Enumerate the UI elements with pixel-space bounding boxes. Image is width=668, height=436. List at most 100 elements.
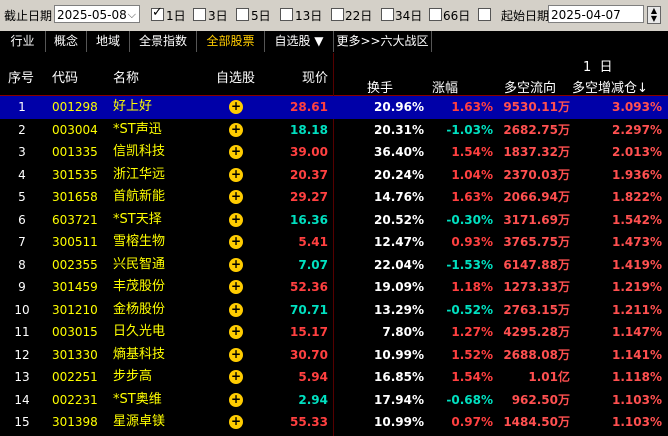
add-watchlist-icon[interactable]: + (229, 122, 243, 137)
stock-name: 好上好 (113, 99, 153, 114)
add-watchlist-icon[interactable]: + (229, 392, 243, 407)
stock-price: 20.37 (290, 167, 328, 182)
col-name[interactable]: 名称 (113, 67, 139, 86)
col-flow[interactable]: 多空流向 (504, 77, 556, 96)
long-short-ratio: 3.093% (612, 100, 662, 114)
end-date-picker[interactable]: 2025-05-08 ⌵ (54, 5, 140, 23)
table-row[interactable]: 13 002251 步步高 5.94 16.85% 1.54% 1.01亿 1.118% + (0, 366, 668, 389)
row-index: 7 (18, 235, 26, 249)
stock-price: 28.61 (290, 100, 328, 114)
period-3d-label: 3日 (208, 9, 228, 23)
period-66d-checkbox[interactable] (429, 8, 442, 21)
table-row[interactable]: 5 301658 首航新能 29.27 14.76% 1.63% 2066.94万 1.822… (0, 186, 668, 209)
row-index: 1 (18, 100, 26, 114)
stock-name: 熵基科技 (113, 346, 166, 362)
col-change[interactable]: 涨幅 (432, 77, 458, 96)
add-watchlist-icon[interactable]: + (229, 212, 243, 227)
tab-watchlist[interactable]: 自选股 ▼ (265, 31, 334, 52)
table-row[interactable]: 8 002355 兴民智通 7.07 22.04% -1.53% 6147.88万 1.419… (0, 254, 668, 277)
period-34d-checkbox[interactable] (381, 8, 394, 21)
add-watchlist-icon[interactable]: + (229, 145, 243, 159)
period-13d-checkbox[interactable] (280, 8, 293, 21)
table-row[interactable]: 1 001298 好上好 28.61 20.96% 1.63% 9530.11万 3.093%… (0, 96, 668, 119)
period-header: 1 日 (583, 60, 613, 75)
period-3d-checkbox[interactable] (193, 8, 206, 21)
tab-concept[interactable]: 概念 (46, 31, 87, 52)
date-spin-icon[interactable]: ▲ ▼ (647, 6, 661, 24)
filter-toolbar: 截止日期 2025-05-08 ⌵ 1日 3日 5日 13日 22日 34日 6… (0, 0, 668, 32)
stock-code: 301210 (52, 302, 98, 317)
add-watchlist-icon[interactable]: + (229, 415, 243, 429)
stock-name: *ST天择 (113, 211, 162, 227)
col-turnover[interactable]: 换手 (367, 77, 393, 96)
add-watchlist-icon[interactable]: + (229, 280, 243, 294)
add-watchlist-icon[interactable]: + (229, 347, 243, 362)
period-1d-checkbox[interactable] (151, 5, 164, 21)
turnover-rate: 20.24% (374, 167, 424, 182)
stock-price: 52.36 (290, 280, 328, 294)
change-pct: -1.03% (446, 122, 493, 137)
table-row[interactable]: 10 301210 金杨股份 70.71 13.29% -0.52% 2763.15万 1.2… (0, 299, 668, 322)
col-code[interactable]: 代码 (52, 67, 78, 86)
start-date-checkbox[interactable] (478, 8, 491, 21)
turnover-rate: 12.47% (374, 235, 424, 249)
stock-name: 丰茂股份 (113, 279, 166, 294)
chevron-down-icon[interactable]: ⌵ (128, 6, 136, 24)
table-row[interactable]: 4 301535 浙江华远 20.37 20.24% 1.04% 2370.03万 1.936… (0, 164, 668, 187)
tab-more-six-zones[interactable]: 更多>>六大战区 (334, 31, 432, 52)
table-row[interactable]: 9 301459 丰茂股份 52.36 19.09% 1.18% 1273.33万 1.219… (0, 276, 668, 299)
change-pct: 0.97% (451, 415, 493, 429)
stock-name: 星源卓镁 (113, 414, 166, 429)
long-short-flow: 3765.75万 (503, 235, 570, 249)
table-row[interactable]: 11 003015 日久光电 15.17 7.80% 1.27% 4295.28万 1.147… (0, 321, 668, 344)
tab-panorama-index[interactable]: 全景指数 (130, 31, 197, 52)
add-watchlist-icon[interactable]: + (229, 190, 243, 204)
row-index: 14 (14, 392, 30, 407)
row-index: 2 (18, 122, 26, 137)
col-fav[interactable]: 自选股 (216, 67, 255, 86)
long-short-flow: 2763.15万 (503, 302, 570, 317)
row-index: 9 (18, 280, 26, 294)
turnover-rate: 10.99% (374, 415, 424, 429)
add-watchlist-icon[interactable]: + (229, 100, 243, 114)
long-short-ratio: 1.103% (612, 392, 662, 407)
start-date-picker[interactable]: 2025-04-07 (548, 5, 644, 23)
table-row[interactable]: 7 300511 雪榕生物 5.41 12.47% 0.93% 3765.75万 1.473%… (0, 231, 668, 254)
change-pct: -0.30% (446, 212, 493, 227)
row-index: 12 (14, 347, 30, 362)
stock-name: 信凯科技 (113, 144, 166, 159)
stock-price: 39.00 (290, 145, 328, 159)
stock-price: 16.36 (290, 212, 328, 227)
change-pct: 1.63% (451, 100, 493, 114)
col-price[interactable]: 现价 (302, 67, 328, 86)
col-idx[interactable]: 序号 (8, 67, 34, 86)
period-5d-checkbox[interactable] (236, 8, 249, 21)
add-watchlist-icon[interactable]: + (229, 167, 243, 182)
add-watchlist-icon[interactable]: + (229, 325, 243, 339)
turnover-rate: 13.29% (374, 302, 424, 317)
add-watchlist-icon[interactable]: + (229, 302, 243, 317)
table-row[interactable]: 12 301330 熵基科技 30.70 10.99% 1.52% 2688.08万 1.14… (0, 344, 668, 367)
stock-code: 301398 (52, 415, 98, 429)
table-row[interactable]: 15 301398 星源卓镁 55.33 10.99% 0.97% 1484.50万 1.10… (0, 411, 668, 434)
stock-name: 金杨股份 (113, 301, 166, 317)
table-row[interactable]: 2 003004 *ST声迅 18.18 20.31% -1.03% 2682.75万 2.2… (0, 119, 668, 142)
tab-all-stocks[interactable]: 全部股票 (197, 31, 265, 52)
table-row[interactable]: 6 603721 *ST天择 16.36 20.52% -0.30% 3171.69万 1.5… (0, 209, 668, 232)
add-watchlist-icon[interactable]: + (229, 235, 243, 249)
period-22d-checkbox[interactable] (331, 8, 344, 21)
col-ratio[interactable]: 多空增减仓↓ (572, 77, 648, 96)
end-date-value: 2025-05-08 (57, 8, 127, 22)
add-watchlist-icon[interactable]: + (229, 370, 243, 384)
row-index: 3 (18, 145, 26, 159)
table-row[interactable]: 14 002231 *ST奥维 2.94 17.94% -0.68% 962.50万 1.10… (0, 389, 668, 412)
table-row[interactable]: 3 001335 信凯科技 39.00 36.40% 1.54% 1837.32万 2.013… (0, 141, 668, 164)
tab-industry[interactable]: 行业 (0, 31, 46, 52)
add-watchlist-icon[interactable]: + (229, 257, 243, 272)
long-short-flow: 9530.11万 (503, 100, 570, 114)
stock-name: 步步高 (113, 369, 153, 384)
tab-region[interactable]: 地域 (87, 31, 130, 52)
long-short-flow: 2370.03万 (503, 167, 570, 182)
period-1d-label: 1日 (166, 9, 186, 23)
long-short-flow: 6147.88万 (503, 257, 570, 272)
